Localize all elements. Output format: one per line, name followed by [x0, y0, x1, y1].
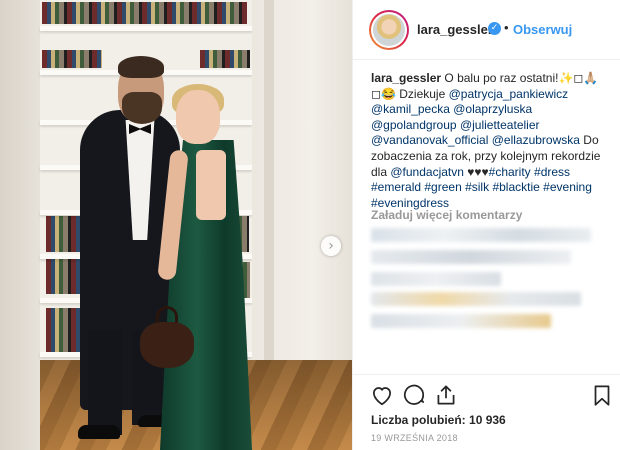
share-arrow-icon[interactable] — [433, 382, 459, 408]
post-header: lara_gessler ✓ • Obserwuj — [353, 0, 620, 60]
photo-man-beard — [122, 92, 162, 124]
caption-mention[interactable]: @julietteatelier — [460, 118, 540, 132]
caption-username[interactable]: lara_gessler — [371, 71, 441, 85]
post-date: 19 WRZEŚNIA 2018 — [371, 433, 458, 443]
caption-mention[interactable]: @fundacjatvn — [390, 165, 464, 179]
likes-number: 10 936 — [469, 413, 506, 427]
caption-mention[interactable]: @patrycja_pankiewicz — [449, 87, 569, 101]
post-photo[interactable]: › — [0, 0, 352, 450]
blurred-comment — [371, 228, 591, 242]
photo-woman-back — [196, 150, 226, 220]
caption-mention[interactable]: @kamil_pecka — [371, 102, 450, 116]
avatar[interactable] — [369, 10, 409, 50]
caption-hashtag[interactable]: #dress — [534, 165, 570, 179]
caption-hashtag[interactable]: #evening — [543, 180, 592, 194]
caption-mention[interactable]: @gpolandgroup — [371, 118, 457, 132]
actions-divider — [353, 374, 620, 375]
caption-hashtag[interactable]: #blacktie — [492, 180, 539, 194]
load-more-comments-button[interactable]: Załaduj więcej komentarzy — [371, 208, 522, 222]
blurred-comment — [371, 314, 551, 328]
photo-man-leg — [88, 330, 122, 435]
caption-mention[interactable]: @vandanovak_official — [371, 133, 488, 147]
instagram-post: › lara_gessler ✓ • Obserwuj lara_gessler… — [0, 0, 620, 450]
header-username[interactable]: lara_gessler — [417, 22, 493, 37]
photo-man-hair — [118, 56, 164, 78]
photo-handbag — [140, 322, 194, 368]
caption-mention[interactable]: @olaprzyluska — [453, 102, 532, 116]
caption-hashtag[interactable]: #green — [424, 180, 461, 194]
comment-bubble-icon[interactable] — [401, 382, 427, 408]
avatar-frame — [371, 12, 407, 48]
likes-count[interactable]: Liczba polubień: 10 936 — [371, 413, 506, 427]
photo-woman-head — [176, 90, 220, 144]
photo-books-row — [42, 2, 247, 24]
post-caption: lara_gessler O balu po raz ostatni!✨◻🙏🏼 … — [371, 71, 611, 211]
verified-badge-icon: ✓ — [488, 22, 501, 35]
avatar-image — [373, 14, 405, 46]
bookmark-icon[interactable] — [589, 382, 615, 408]
caption-hashtag[interactable]: #charity — [489, 165, 531, 179]
photo-wall-left — [0, 0, 40, 450]
photo-shelf — [40, 26, 252, 31]
caption-text: ♥♥♥ — [463, 164, 489, 179]
header-separator: • — [504, 20, 509, 35]
photo-man-shoe — [78, 425, 120, 439]
caption-mention[interactable]: @ellazubrowska — [492, 133, 580, 147]
likes-label: Liczba polubień: — [371, 413, 466, 427]
follow-button[interactable]: Obserwuj — [513, 22, 572, 37]
caption-hashtag[interactable]: #emerald — [371, 180, 421, 194]
post-side-panel: lara_gessler ✓ • Obserwuj lara_gessler O… — [352, 0, 620, 450]
blurred-comment — [371, 272, 501, 286]
chevron-right-icon[interactable]: › — [321, 236, 341, 256]
photo-books-row — [200, 50, 250, 68]
blurred-comment — [371, 292, 581, 306]
blurred-comment — [371, 250, 571, 264]
heart-icon[interactable] — [369, 382, 395, 408]
photo-books-row — [42, 50, 102, 68]
caption-hashtag[interactable]: #silk — [465, 180, 489, 194]
